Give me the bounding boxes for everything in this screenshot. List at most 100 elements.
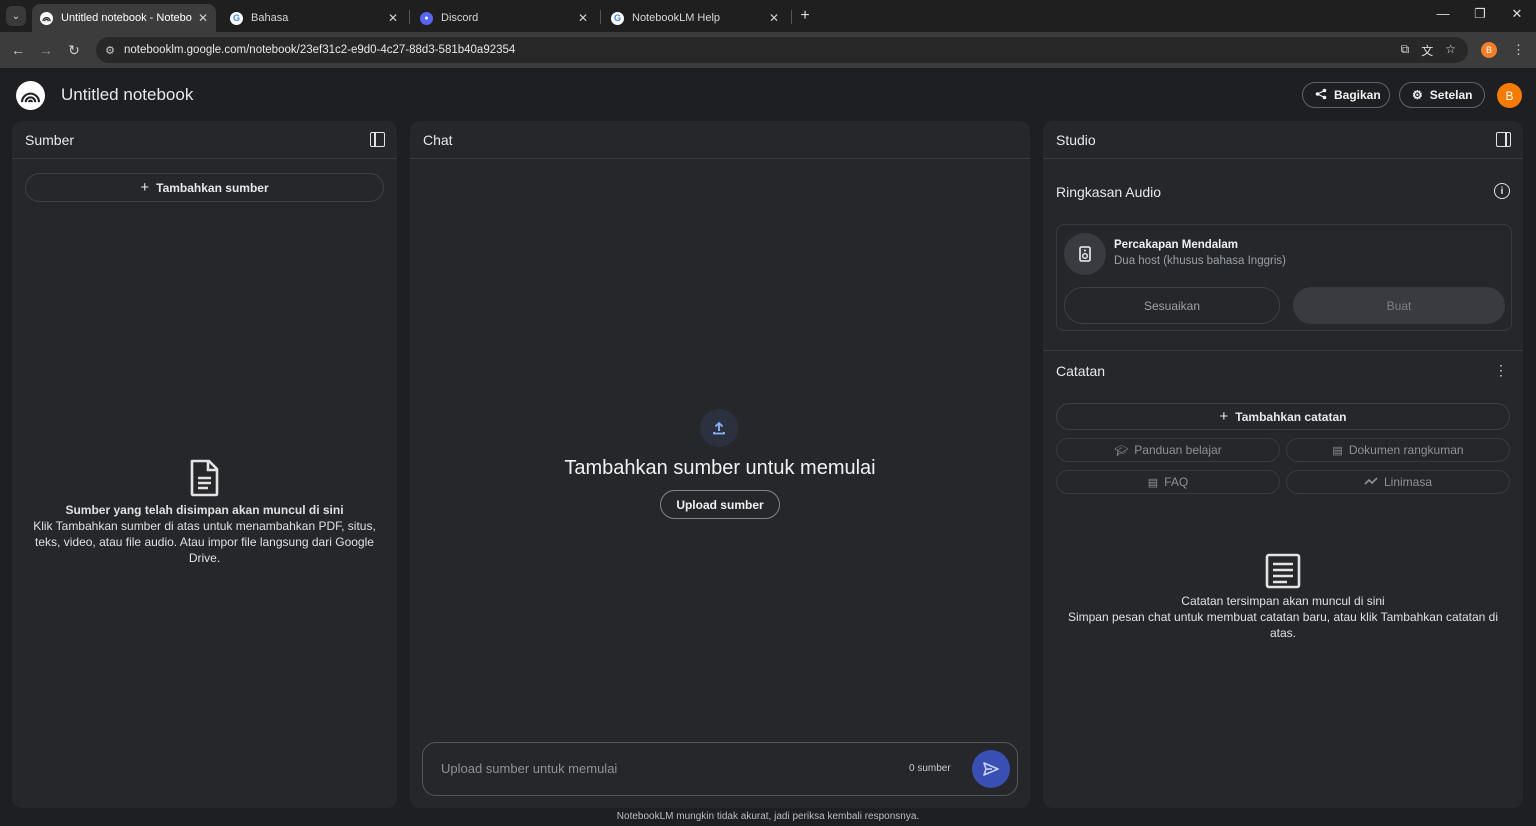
- audio-overview-card: Percakapan Mendalam Dua host (khusus bah…: [1056, 224, 1512, 331]
- avatar[interactable]: B: [1497, 83, 1522, 108]
- chip-label: FAQ: [1164, 475, 1189, 489]
- browser-tab-bar: ⌄ Untitled notebook - NotebookLM ✕ G Bah…: [0, 0, 1536, 32]
- chat-input-placeholder: Upload sumber untuk memulai: [441, 761, 618, 776]
- url-text: notebooklm.google.com/notebook/23ef31c2-…: [124, 44, 516, 56]
- section-divider: [1043, 350, 1523, 351]
- collapse-panel-icon[interactable]: [370, 132, 385, 147]
- customize-button[interactable]: Sesuaikan: [1064, 287, 1280, 324]
- chat-header: Chat: [410, 121, 1030, 159]
- address-bar[interactable]: ⚙ notebooklm.google.com/notebook/23ef31c…: [96, 37, 1468, 63]
- browser-profile-avatar[interactable]: B: [1481, 42, 1497, 58]
- send-icon: [983, 762, 999, 776]
- sources-panel: Sumber + Tambahkan sumber Sumber yang te…: [12, 121, 397, 808]
- audio-card-description: Dua host (khusus bahasa Inggris): [1114, 255, 1286, 267]
- upload-icon: [700, 409, 738, 447]
- document-icon: [189, 459, 220, 502]
- tab-title: Untitled notebook - NotebookLM: [61, 12, 192, 24]
- timeline-icon: [1364, 476, 1378, 489]
- tab-separator: [409, 10, 410, 24]
- info-icon[interactable]: i: [1494, 183, 1510, 199]
- chip-label: Panduan belajar: [1134, 443, 1222, 457]
- back-arrow-icon[interactable]: ←: [8, 40, 28, 60]
- studio-title: Studio: [1056, 131, 1096, 148]
- translate-icon[interactable]: 文: [1421, 42, 1433, 59]
- google-favicon-icon: G: [611, 11, 624, 25]
- browser-tab-bahasa[interactable]: G Bahasa ✕: [222, 4, 406, 32]
- notebooklm-favicon-icon: [40, 11, 53, 25]
- new-tab-button[interactable]: +: [797, 6, 813, 26]
- google-favicon-icon: G: [230, 11, 243, 25]
- generate-button[interactable]: Buat: [1293, 287, 1505, 324]
- chip-label: Dokumen rangkuman: [1348, 443, 1464, 457]
- notebook-title[interactable]: Untitled notebook: [61, 85, 193, 105]
- notes-icon: [1265, 553, 1301, 594]
- faq-chip[interactable]: ▤ FAQ: [1056, 470, 1280, 494]
- audio-overview-title: Ringkasan Audio: [1056, 184, 1162, 200]
- tab-title: Bahasa: [251, 12, 289, 24]
- tab-title: Discord: [441, 12, 479, 24]
- speaker-icon: [1064, 233, 1106, 275]
- browser-tab-help[interactable]: G NotebookLM Help ✕: [603, 4, 787, 32]
- close-tab-icon[interactable]: ✕: [198, 11, 208, 25]
- app-header: Untitled notebook Bagikan ⚙ Setelan B: [0, 68, 1536, 122]
- studio-panel: Studio Ringkasan Audio i Percakapan Mend…: [1043, 121, 1523, 808]
- close-tab-icon[interactable]: ✕: [388, 11, 398, 25]
- minimize-icon[interactable]: —: [1433, 6, 1453, 21]
- settings-label: Setelan: [1429, 88, 1473, 102]
- notes-empty-state: Catatan tersimpan akan muncul di sini Si…: [1061, 593, 1505, 641]
- site-info-icon[interactable]: ⚙: [96, 44, 124, 57]
- sources-empty-title: Sumber yang telah disimpan akan muncul d…: [65, 503, 344, 517]
- browser-menu-icon[interactable]: ⋮: [1512, 42, 1525, 58]
- notes-empty-body: Simpan pesan chat untuk membuat catatan …: [1067, 610, 1499, 640]
- chat-panel: Chat Tambahkan sumber untuk memulai Uplo…: [410, 121, 1030, 808]
- chat-input[interactable]: Upload sumber untuk memulai 0 sumber: [422, 742, 1018, 796]
- share-button[interactable]: Bagikan: [1302, 82, 1390, 108]
- add-source-button[interactable]: + Tambahkan sumber: [25, 173, 384, 202]
- upload-source-button[interactable]: Upload sumber: [660, 490, 780, 519]
- bookmark-star-icon[interactable]: ☆: [1445, 42, 1456, 59]
- sources-empty-state: Sumber yang telah disimpan akan muncul d…: [30, 502, 379, 566]
- chip-label: Linimasa: [1383, 475, 1433, 489]
- studio-header: Studio: [1043, 121, 1523, 159]
- chat-empty-title: Tambahkan sumber untuk memulai: [564, 457, 876, 479]
- close-tab-icon[interactable]: ✕: [578, 11, 588, 25]
- sources-header: Sumber: [12, 121, 397, 159]
- notebooklm-logo-icon[interactable]: [16, 81, 45, 110]
- add-note-label: Tambahkan catatan: [1235, 409, 1347, 424]
- add-source-label: Tambahkan sumber: [156, 180, 269, 195]
- add-note-button[interactable]: + Tambahkan catatan: [1056, 403, 1510, 430]
- study-guide-chip[interactable]: 🎓︎ Panduan belajar: [1056, 438, 1280, 462]
- tab-title: NotebookLM Help: [632, 12, 721, 24]
- discord-favicon-icon: ●: [420, 11, 433, 25]
- chat-title: Chat: [423, 131, 453, 148]
- forward-arrow-icon[interactable]: →: [36, 40, 56, 60]
- document-icon: ▤: [1332, 444, 1343, 457]
- faq-icon: ▤: [1147, 476, 1159, 489]
- install-app-icon[interactable]: ⧉: [1401, 42, 1410, 59]
- sources-title: Sumber: [25, 131, 75, 148]
- close-tab-icon[interactable]: ✕: [769, 11, 779, 25]
- share-label: Bagikan: [1334, 88, 1381, 102]
- tab-separator: [791, 10, 792, 24]
- plus-icon: +: [140, 179, 150, 196]
- disclaimer-footer: NotebookLM mungkin tidak akurat, jadi pe…: [616, 811, 920, 822]
- browser-tab-notebook[interactable]: Untitled notebook - NotebookLM ✕: [32, 4, 216, 32]
- source-count: 0 sumber: [909, 763, 951, 774]
- briefing-doc-chip[interactable]: ▤ Dokumen rangkuman: [1286, 438, 1510, 462]
- more-options-icon[interactable]: ⋮: [1494, 362, 1508, 379]
- gear-icon: ⚙: [1412, 88, 1423, 102]
- close-window-icon[interactable]: ✕: [1507, 6, 1527, 22]
- collapse-panel-icon[interactable]: [1496, 132, 1511, 147]
- browser-toolbar: ← → ↻ ⚙ notebooklm.google.com/notebook/2…: [0, 32, 1536, 68]
- tab-search-button[interactable]: ⌄: [6, 6, 26, 26]
- settings-button[interactable]: ⚙ Setelan: [1399, 82, 1485, 108]
- tab-separator: [600, 10, 601, 24]
- share-icon: [1315, 88, 1327, 103]
- send-button[interactable]: [972, 750, 1010, 788]
- restore-icon[interactable]: ❐: [1470, 6, 1490, 22]
- notes-title: Catatan: [1056, 363, 1106, 379]
- browser-tab-discord[interactable]: ● Discord ✕: [412, 4, 596, 32]
- sources-empty-body: Klik Tambahkan sumber di atas untuk mena…: [33, 519, 376, 565]
- timeline-chip[interactable]: Linimasa: [1286, 470, 1510, 494]
- reload-icon[interactable]: ↻: [64, 40, 84, 60]
